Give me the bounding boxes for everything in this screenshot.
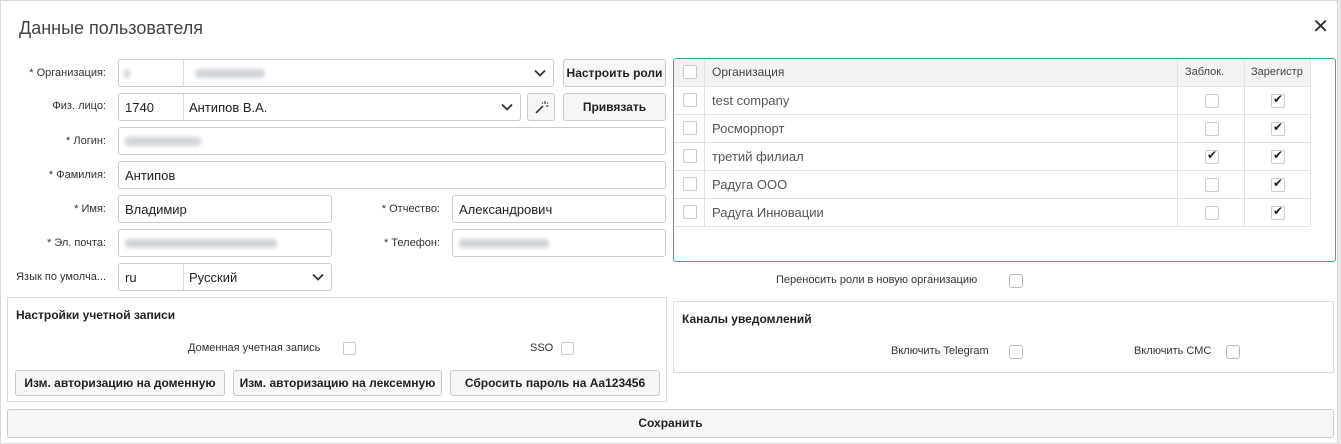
organization-name: Росморпорт (712, 121, 785, 136)
dialog-title: Данные пользователя (19, 18, 204, 38)
surname-value: Антипов (125, 168, 176, 183)
table-row[interactable]: Радуга ООО ✔ (674, 171, 1311, 199)
domain-account-label: Доменная учетная запись (188, 342, 321, 354)
patronymic-input[interactable]: Александрович (452, 195, 666, 223)
notifications-title: Каналы уведомлений (682, 312, 812, 326)
sso-checkbox[interactable] (561, 342, 574, 355)
grid-header-registered: Зарегистр (1251, 66, 1303, 78)
blocked-checkbox[interactable]: ✔ (1205, 148, 1219, 164)
row-select-checkbox[interactable] (683, 177, 697, 191)
blocked-checkbox[interactable] (1205, 178, 1219, 192)
surname-label: * Фамилия: (48, 169, 106, 181)
organization-name: третий филиал (712, 149, 804, 164)
name-label: * Имя: (74, 203, 106, 215)
magic-wand-icon (535, 101, 549, 114)
row-select-checkbox[interactable] (683, 121, 697, 135)
surname-input[interactable]: Антипов (118, 161, 666, 189)
configure-roles-button[interactable]: Настроить роли (563, 59, 666, 87)
account-settings-title: Настройки учетной записи (16, 308, 176, 322)
language-label: Язык по умолча... (16, 271, 106, 283)
email-value-redacted (125, 239, 277, 248)
login-label: * Логин: (66, 135, 106, 147)
grid-header-organization: Организация (712, 65, 785, 79)
row-select-checkbox[interactable] (683, 205, 697, 219)
reset-password-button[interactable]: Сбросить пароль на Aa123456 (450, 370, 660, 396)
patronymic-label: * Отчество: (381, 203, 440, 215)
row-select-checkbox[interactable] (683, 149, 697, 163)
person-label: Физ. лицо: (52, 100, 106, 112)
transfer-roles-checkbox[interactable] (1009, 274, 1023, 288)
registered-checkbox[interactable]: ✔ (1271, 120, 1285, 136)
organization-name: test company (712, 93, 790, 108)
login-input[interactable] (118, 127, 666, 155)
language-code: ru (125, 270, 137, 285)
sms-label: Включить СМС (1134, 345, 1212, 357)
organization-name: Радуга ООО (712, 177, 788, 192)
blocked-checkbox[interactable] (1205, 122, 1219, 136)
chevron-down-icon[interactable] (533, 66, 547, 80)
name-input[interactable]: Владимир (118, 195, 332, 223)
close-icon[interactable]: ✕ (1312, 17, 1329, 37)
table-row[interactable]: третий филиал ✔ ✔ (674, 143, 1311, 171)
registered-checkbox[interactable]: ✔ (1271, 176, 1285, 192)
phone-label: * Телефон: (383, 237, 440, 249)
registered-checkbox[interactable]: ✔ (1271, 148, 1285, 164)
blocked-checkbox[interactable] (1205, 206, 1219, 220)
check-icon: ✔ (1273, 92, 1284, 106)
login-value-redacted (125, 137, 201, 146)
select-all-checkbox[interactable] (683, 65, 697, 79)
sms-checkbox[interactable] (1226, 345, 1240, 359)
bind-button[interactable]: Привязать (563, 93, 666, 121)
table-row[interactable]: Росморпорт ✔ (674, 115, 1311, 143)
switch-to-lexemny-auth-button[interactable]: Изм. авторизацию на лексемную (233, 370, 442, 396)
language-select[interactable]: ru Русский (118, 263, 332, 291)
phone-input[interactable] (452, 229, 666, 257)
registered-checkbox[interactable]: ✔ (1271, 204, 1285, 220)
transfer-roles-label: Переносить роли в новую организацию (776, 274, 978, 286)
name-value: Владимир (125, 202, 187, 217)
chevron-down-icon[interactable] (500, 100, 514, 114)
table-row[interactable]: Радуга Инновации ✔ (674, 199, 1311, 227)
patronymic-value: Александрович (459, 202, 553, 217)
table-row[interactable]: test company ✔ (674, 87, 1311, 115)
person-name: Антипов В.А. (189, 100, 268, 115)
grid-header-blocked: Заблок. (1185, 66, 1225, 78)
user-data-dialog: Данные пользователя ✕ * Организация: Нас… (0, 0, 1338, 444)
telegram-checkbox[interactable] (1009, 345, 1023, 359)
notifications-panel: Каналы уведомлений Включить Telegram Вкл… (673, 301, 1334, 373)
chevron-down-icon[interactable] (311, 270, 325, 284)
organization-label: * Организация: (29, 67, 106, 79)
switch-to-domain-auth-button[interactable]: Изм. авторизацию на доменную (15, 370, 225, 396)
sso-label: SSO (530, 342, 554, 354)
email-input[interactable] (118, 229, 332, 257)
save-button[interactable]: Сохранить (7, 409, 1334, 438)
registered-checkbox[interactable]: ✔ (1271, 92, 1285, 108)
email-label: * Эл. почта: (46, 237, 106, 249)
check-icon: ✔ (1273, 120, 1284, 134)
check-icon: ✔ (1273, 204, 1284, 218)
person-select[interactable]: 1740 Антипов В.А. (118, 93, 521, 121)
check-icon: ✔ (1273, 148, 1284, 162)
magic-wand-button[interactable] (527, 93, 555, 121)
account-settings-panel: Настройки учетной записи Доменная учетна… (7, 297, 667, 402)
organization-code-redacted (124, 69, 130, 78)
organization-name: Радуга Инновации (712, 205, 824, 220)
grid-header: Организация Заблок. Зарегистр (674, 59, 1311, 87)
row-select-checkbox[interactable] (683, 93, 697, 107)
check-icon: ✔ (1273, 176, 1284, 190)
domain-account-checkbox[interactable] (343, 342, 356, 355)
telegram-label: Включить Telegram (891, 345, 989, 357)
organization-select[interactable] (118, 59, 554, 87)
phone-value-redacted (459, 239, 549, 248)
blocked-checkbox[interactable] (1205, 94, 1219, 108)
organization-name-redacted (195, 69, 265, 78)
person-code: 1740 (125, 100, 154, 115)
organizations-grid: Организация Заблок. Зарегистр test compa… (673, 58, 1336, 262)
language-name: Русский (189, 270, 238, 285)
check-icon: ✔ (1207, 148, 1218, 162)
